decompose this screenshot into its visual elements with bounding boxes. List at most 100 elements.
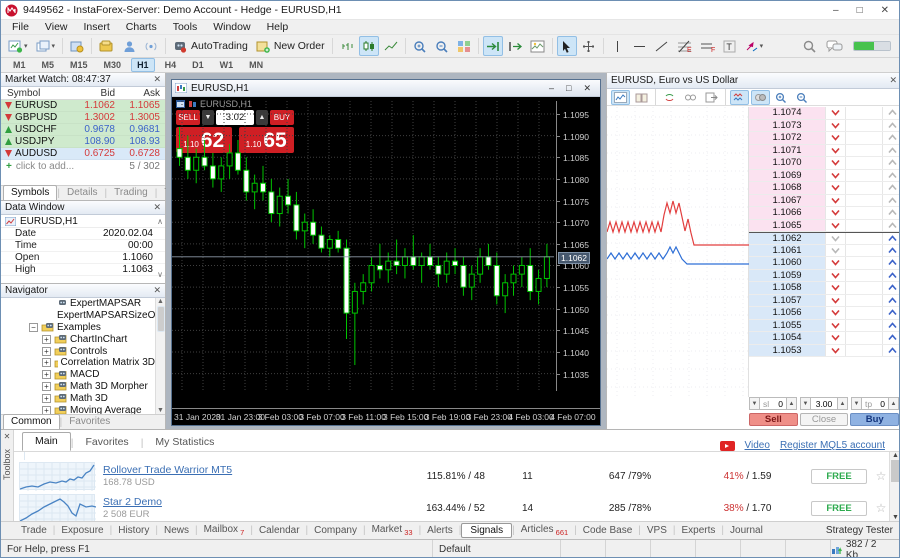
navigator-item[interactable]: ExpertMAPSARSizeOptim [1, 310, 155, 322]
toolbox-tab-signals[interactable]: Signals [461, 523, 512, 538]
signals-service-button[interactable] [119, 36, 139, 56]
close-icon[interactable]: ✕ [153, 285, 161, 296]
menu-charts[interactable]: Charts [118, 20, 165, 34]
dom-trade-cell[interactable] [845, 345, 882, 357]
fibonacci-tool-button[interactable]: E [674, 36, 695, 56]
dom-trade-cell[interactable] [845, 170, 882, 182]
toolbox-tab-vps[interactable]: VPS [641, 524, 673, 537]
trendline-tool-button[interactable] [652, 36, 672, 56]
toolbox-tab-exposure[interactable]: Exposure [55, 524, 109, 537]
dom-buy-button[interactable]: Buy [850, 413, 899, 426]
market-button[interactable] [96, 36, 117, 56]
dom-trade-cell[interactable] [845, 270, 882, 282]
chat-icon[interactable] [826, 40, 843, 53]
dom-sell-at-button[interactable] [825, 270, 845, 282]
dom-sell-button[interactable]: Sell [749, 413, 798, 426]
chart-maximize-button[interactable]: □ [566, 83, 571, 94]
decrease-icon[interactable]: ▼ [851, 397, 862, 410]
favorite-star-icon[interactable]: ☆ [873, 469, 889, 483]
scrollbar-thumb[interactable] [157, 306, 165, 332]
chart-close-button[interactable]: ✕ [583, 83, 591, 94]
dom-scales-button[interactable] [681, 90, 700, 105]
scroll-up-icon[interactable]: ▲ [892, 452, 899, 459]
dom-book-view-button[interactable] [632, 90, 651, 105]
stoploss-stepper[interactable]: ▼ sl0 ▲ [749, 397, 797, 410]
dom-buy-at-button[interactable] [882, 245, 900, 257]
navigator-tab-favorites[interactable]: Favorites [62, 415, 117, 429]
close-icon[interactable]: ✕ [153, 74, 161, 85]
market-watch-tab-symbols[interactable]: Symbols [3, 185, 57, 200]
navigator-item[interactable]: +ChartInChart [1, 333, 155, 345]
expander-plus-icon[interactable]: + [42, 358, 51, 367]
signals-tab-my-statistics[interactable]: My Statistics [143, 434, 226, 451]
text-tool-button[interactable]: T [720, 36, 740, 56]
status-profile[interactable]: Default [433, 540, 561, 558]
dom-buy-at-button[interactable] [882, 157, 900, 169]
toolbox-tab-articles[interactable]: Articles 661 [515, 523, 574, 538]
scroll-up-icon[interactable]: ▲ [157, 298, 164, 305]
scroll-down-icon[interactable]: ∨ [157, 270, 163, 279]
dom-buy-at-button[interactable] [882, 120, 900, 132]
dom-sell-at-button[interactable] [825, 282, 845, 294]
scroll-down-icon[interactable]: ▼ [892, 514, 899, 521]
expander-plus-icon[interactable]: + [42, 394, 51, 403]
dom-refresh-button[interactable] [660, 90, 679, 105]
dom-sell-at-button[interactable] [825, 120, 845, 132]
navigator-item[interactable]: +Controls [1, 345, 155, 357]
scroll-up-icon[interactable]: ∧ [157, 217, 165, 226]
chart-gallery-button[interactable] [527, 36, 548, 56]
dom-buy-at-button[interactable] [882, 145, 900, 157]
menu-view[interactable]: View [37, 20, 76, 34]
dom-trade-cell[interactable] [845, 132, 882, 144]
strategy-tester-label[interactable]: Strategy Tester [826, 525, 900, 536]
autotrading-button[interactable]: AutoTrading [170, 36, 251, 56]
timeframe-m30[interactable]: M30 [98, 58, 128, 72]
dom-buy-at-button[interactable] [882, 257, 900, 269]
dom-trade-cell[interactable] [845, 295, 882, 307]
close-icon[interactable]: ✕ [4, 432, 11, 441]
timeframe-m1[interactable]: M1 [7, 58, 32, 72]
dom-buy-at-button[interactable] [882, 182, 900, 194]
dom-buy-at-button[interactable] [882, 220, 900, 232]
signals-tab-main[interactable]: Main [22, 432, 71, 451]
free-button[interactable]: FREE [811, 469, 867, 484]
dom-buy-at-button[interactable] [882, 233, 900, 244]
dom-sell-at-button[interactable] [825, 207, 845, 219]
signal-row[interactable]: Star 2 Demo2 508 EUR163.44% / 5214285 /7… [14, 492, 889, 521]
toolbox-tab-experts[interactable]: Experts [676, 524, 722, 537]
col-symbol[interactable]: Symbol [1, 88, 75, 99]
dom-trade-cell[interactable] [845, 282, 882, 294]
dom-zoom-in-button[interactable] [772, 90, 791, 105]
col-ask[interactable]: Ask [120, 88, 165, 99]
new-chart-button[interactable]: ▾ [5, 36, 31, 56]
expander-plus-icon[interactable]: + [42, 406, 51, 414]
timeframe-d1[interactable]: D1 [186, 58, 210, 72]
dom-buy-at-button[interactable] [882, 282, 900, 294]
expander-plus-icon[interactable]: + [42, 370, 51, 379]
dom-sell-at-button[interactable] [825, 307, 845, 319]
dom-sell-at-button[interactable] [825, 332, 845, 344]
dom-trade-cell[interactable] [845, 220, 882, 232]
dom-buy-at-button[interactable] [882, 132, 900, 144]
arrows-tool-button[interactable]: ▾ [742, 36, 767, 56]
dom-tick-chart-button[interactable] [730, 90, 749, 105]
cursor-tool-button[interactable] [557, 36, 577, 56]
toolbox-tab-calendar[interactable]: Calendar [253, 524, 306, 537]
chart-shift-button[interactable] [505, 36, 525, 56]
crosshair-tool-button[interactable] [579, 36, 599, 56]
auto-scroll-button[interactable] [483, 36, 503, 56]
zoom-out-button[interactable] [432, 36, 452, 56]
minimize-button[interactable]: – [833, 1, 839, 20]
candles-mode-button[interactable] [359, 36, 379, 56]
market-watch-row[interactable]: GBPUSD1.30021.3005 [1, 112, 165, 124]
dom-buy-at-button[interactable] [882, 345, 900, 357]
dom-sell-at-button[interactable] [825, 195, 845, 207]
timeframe-mn[interactable]: MN [243, 58, 269, 72]
timeframe-h1[interactable]: H1 [131, 58, 155, 72]
timeframe-w1[interactable]: W1 [214, 58, 240, 72]
dom-depth-view-button[interactable] [611, 90, 630, 105]
market-watch-row[interactable]: EURUSD1.10621.1065 [1, 100, 165, 112]
dom-trade-cell[interactable] [845, 257, 882, 269]
menu-file[interactable]: File [4, 20, 37, 34]
dom-buy-at-button[interactable] [882, 107, 900, 119]
